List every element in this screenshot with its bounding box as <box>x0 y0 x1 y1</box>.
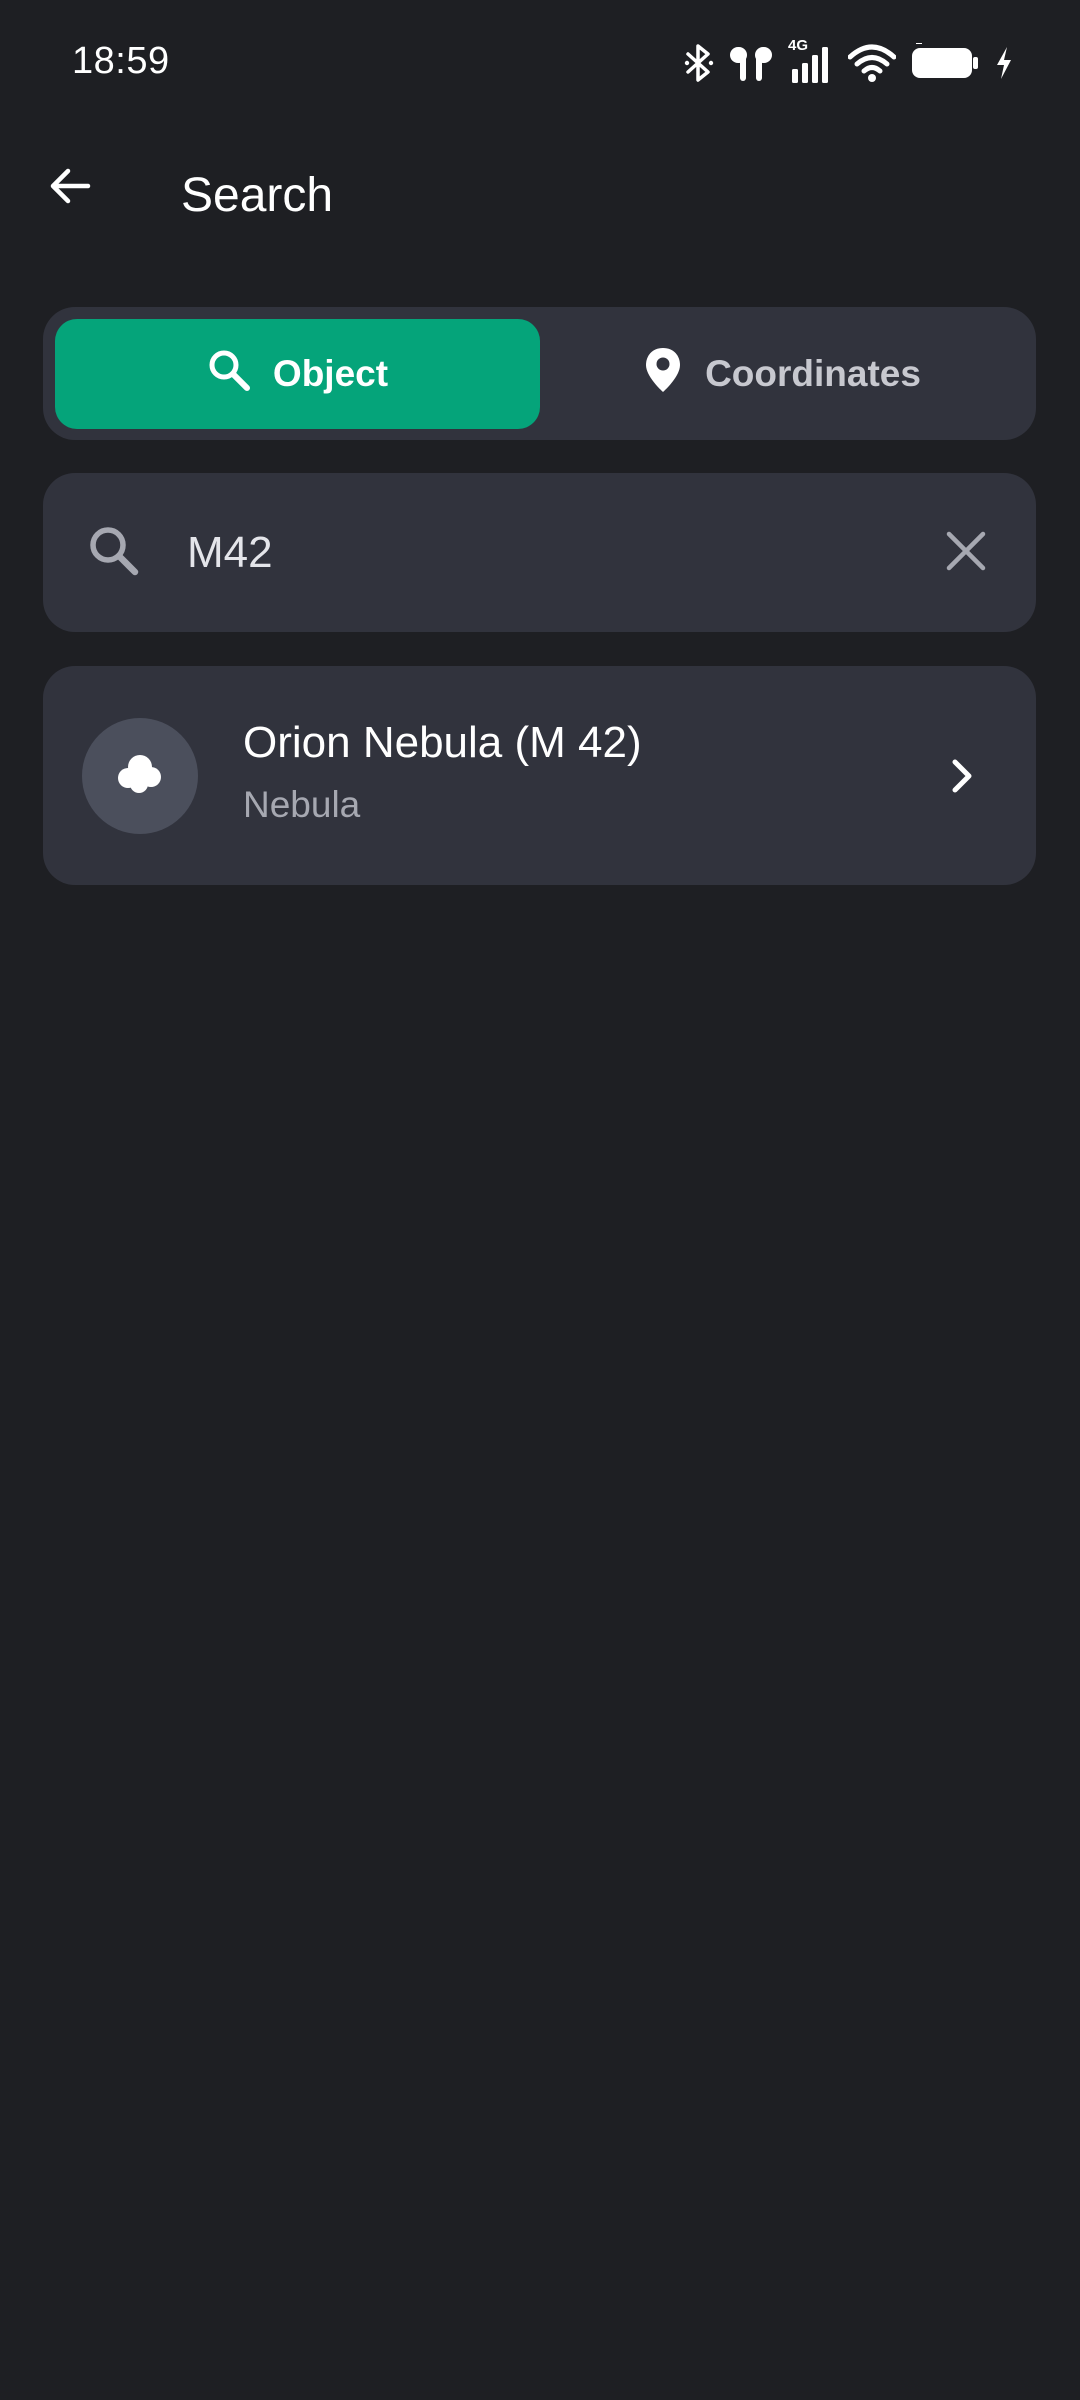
bluetooth-icon <box>684 43 714 83</box>
search-bar <box>43 473 1036 632</box>
tab-object-label: Object <box>272 353 389 394</box>
tab-object[interactable]: Object <box>55 319 540 429</box>
search-mode-tabs: Object Coordinates <box>43 307 1036 440</box>
search-input[interactable] <box>187 513 927 593</box>
search-icon <box>83 520 147 584</box>
status-icons: 4G <box>684 37 1014 86</box>
search-result-item[interactable]: Orion Nebula (M 42) Nebula <box>43 666 1036 885</box>
app-header: Search <box>0 150 1080 250</box>
tab-coordinates[interactable]: Coordinates <box>540 319 1024 429</box>
result-subtitle: Nebula <box>243 784 361 825</box>
search-screen: 18:59 4G Search Object Coordinates M42 O… <box>0 0 1080 2400</box>
status-time: 18:59 <box>72 40 170 82</box>
map-pin-icon <box>643 346 683 403</box>
result-avatar <box>82 718 198 834</box>
search-icon <box>207 348 251 401</box>
tab-coordinates-label: Coordinates <box>705 353 921 394</box>
arrow-left-icon <box>46 162 94 215</box>
earbuds-icon <box>728 43 774 83</box>
page-title: Search <box>181 169 334 222</box>
cellular-signal-icon: 4G <box>788 37 834 85</box>
chevron-right-icon <box>930 744 994 808</box>
status-bar: 18:59 4G <box>0 0 1080 130</box>
battery-icon <box>910 43 980 83</box>
wifi-icon <box>848 43 896 83</box>
close-icon <box>944 529 988 578</box>
clear-search-button[interactable] <box>934 521 998 585</box>
cloud-icon <box>112 750 168 803</box>
back-button[interactable] <box>38 156 102 220</box>
charging-bolt-icon <box>994 43 1014 83</box>
result-title: Orion Nebula (M 42) <box>243 718 642 767</box>
